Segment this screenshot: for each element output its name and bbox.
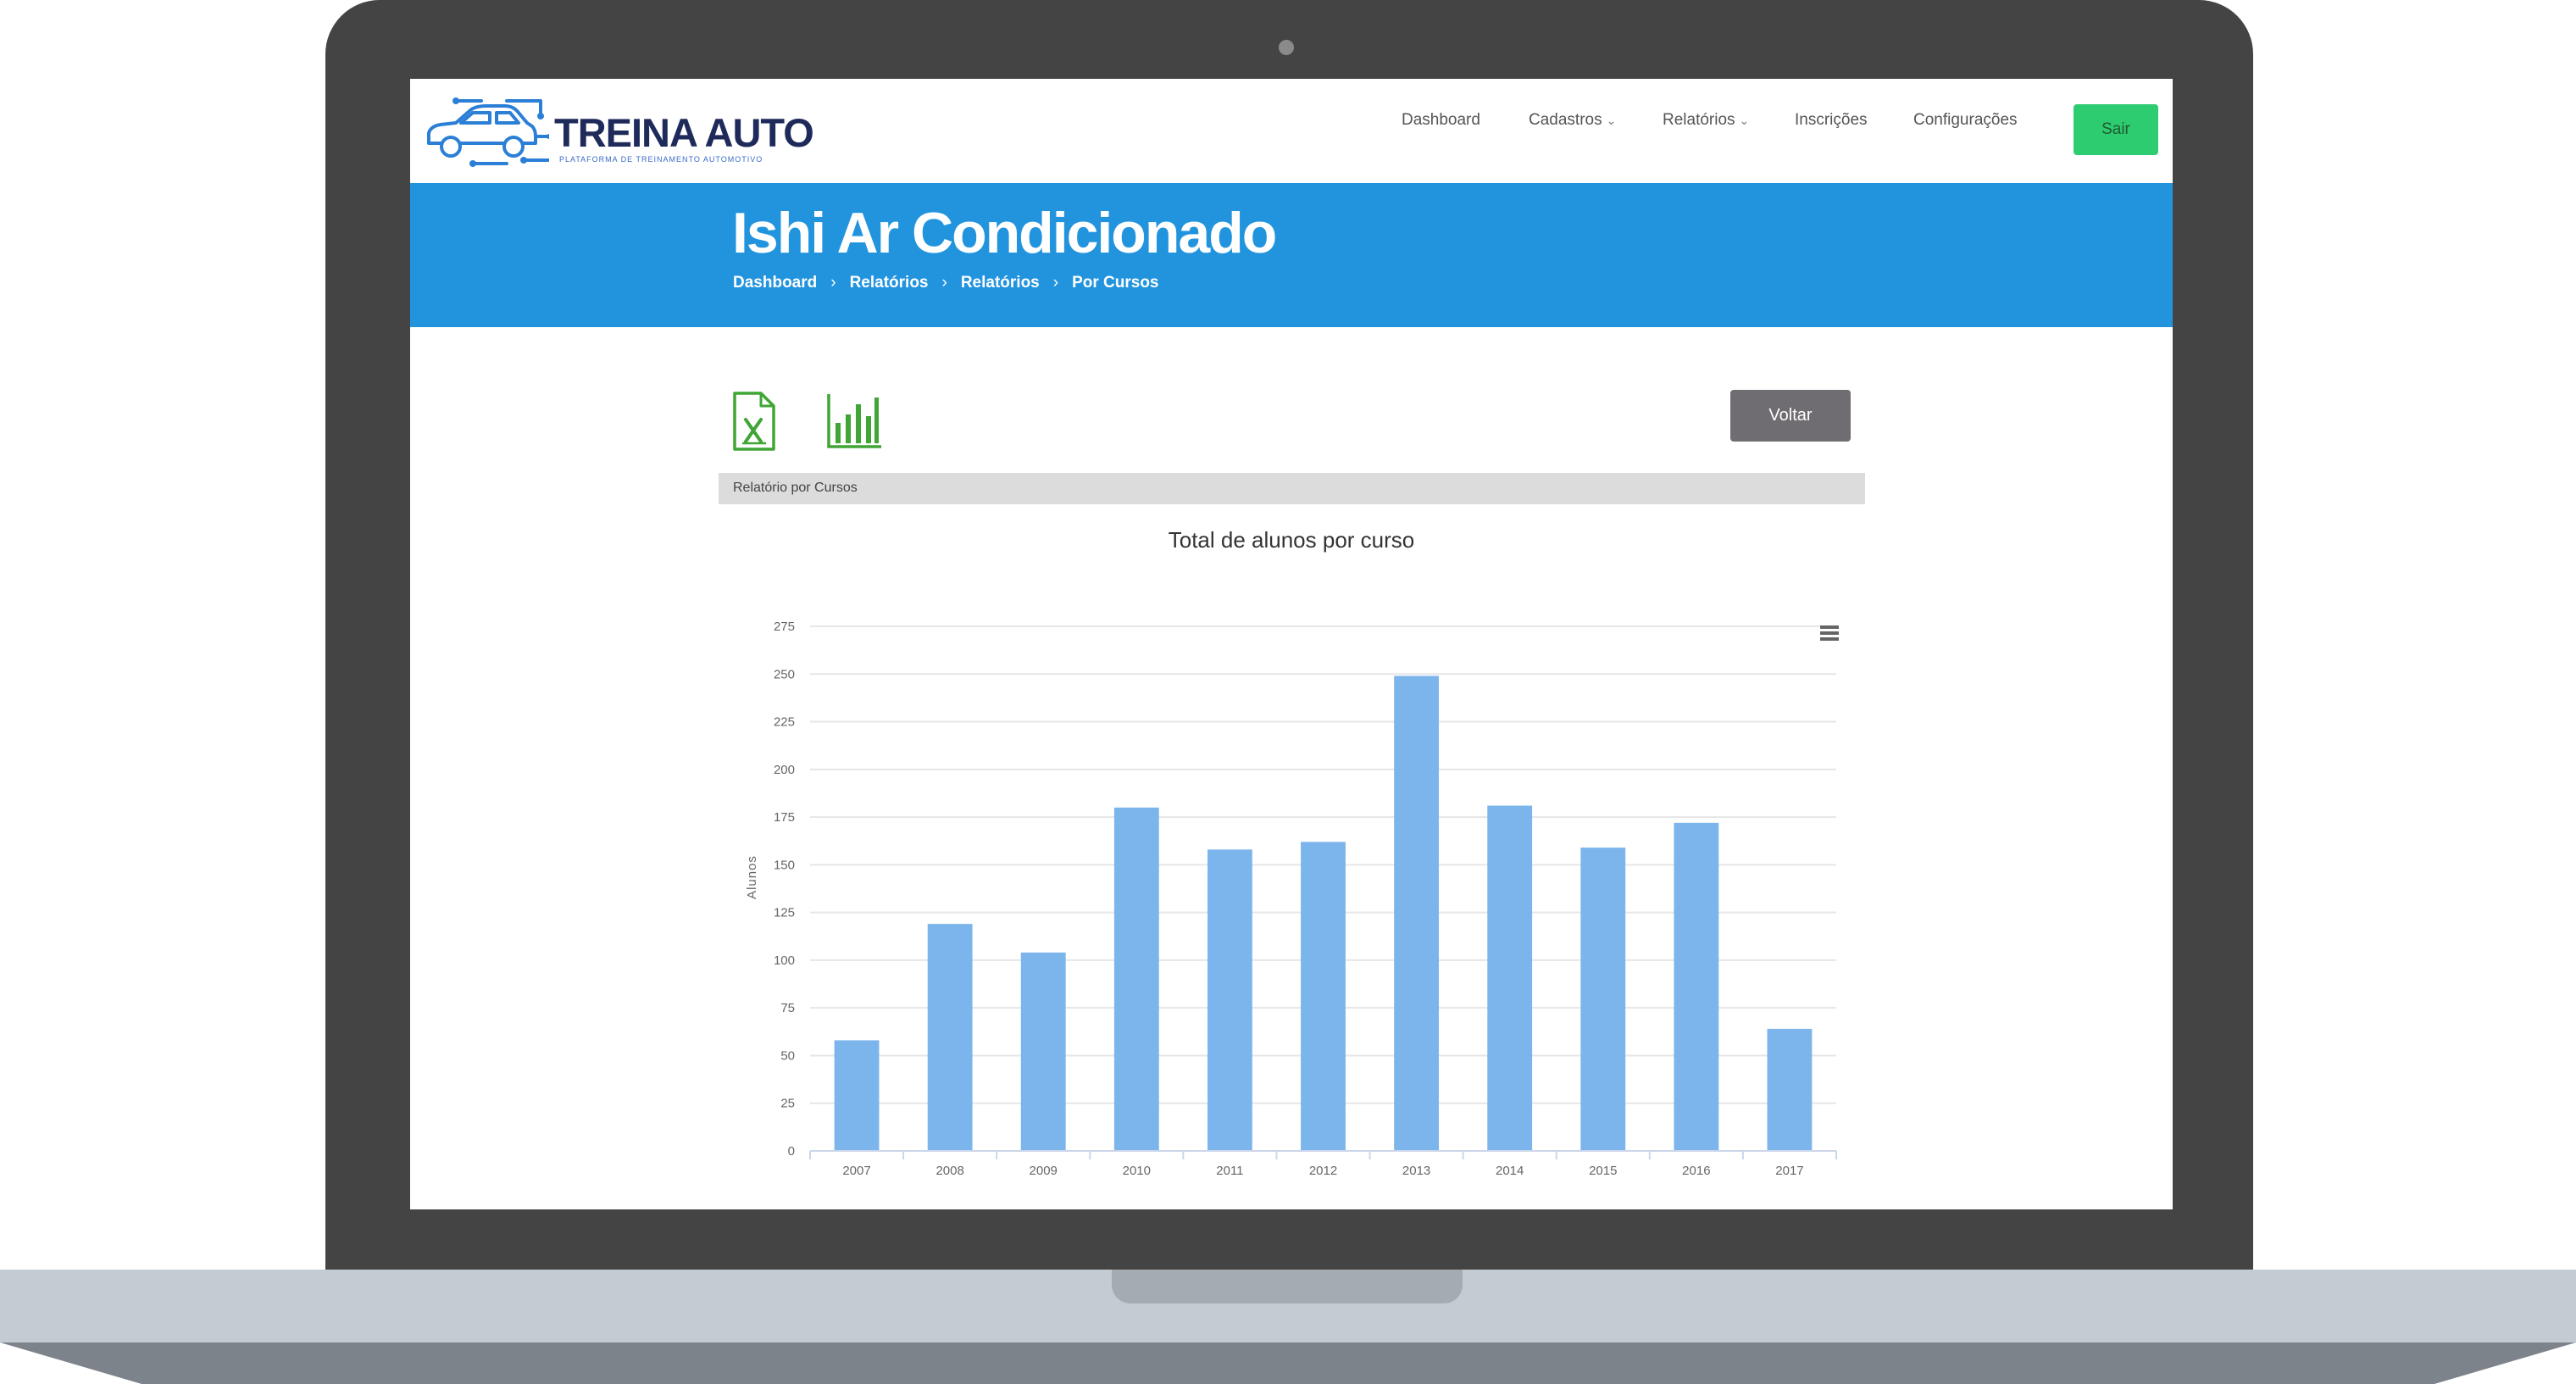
chart-title: Total de alunos por curso [1169, 527, 1415, 553]
nav-item-cadastros[interactable]: Cadastros ⌄ [1529, 111, 1616, 130]
bar-chart: Total de alunos por curso Alunos 0 25 50 75… [745, 527, 1837, 1178]
chevron-down-icon: ⌄ [1739, 114, 1750, 127]
x-tick-label: 2013 [1402, 1164, 1430, 1178]
y-tick-label: 200 [774, 763, 795, 777]
brand-tagline: PLATAFORMA DE TREINAMENTO AUTOMOTIVO [559, 155, 763, 164]
chart-container: Total de alunos por curso Alunos 0 25 50 75… [719, 515, 1865, 1209]
nav-label: Cadastros [1529, 111, 1602, 129]
y-tick-label: 275 [774, 620, 795, 634]
chart-bars [834, 675, 1813, 1151]
top-navbar: TREINA AUTO PLATAFORMA DE TREINAMENTO AU… [410, 79, 2173, 183]
main-nav: Dashboard Cadastros ⌄ Relatórios ⌄ Inscriç… [410, 111, 2173, 145]
bar-2008 [927, 924, 973, 1151]
nav-item-inscricoes[interactable]: Inscrições [1795, 111, 1868, 130]
breadcrumb-separator: › [830, 274, 836, 292]
breadcrumb-item-dashboard[interactable]: Dashboard [733, 274, 817, 292]
x-tick-label: 2007 [842, 1164, 870, 1178]
page-title: Ishi Ar Condicionado [732, 201, 1277, 265]
x-tick-label: 2009 [1030, 1164, 1058, 1178]
section-label: Relatório por Cursos [733, 481, 858, 495]
page-header-banner: Ishi Ar Condicionado Dashboard › Relatór… [410, 183, 2173, 327]
x-tick-label: 2011 [1216, 1164, 1243, 1178]
y-tick-label: 100 [774, 953, 795, 968]
x-tick-label: 2012 [1309, 1164, 1337, 1178]
bar-2014 [1487, 805, 1533, 1151]
x-tick-label: 2015 [1589, 1164, 1617, 1178]
chart-y-axis-label: Alunos [745, 855, 759, 899]
bar-2016 [1674, 822, 1719, 1151]
bar-2015 [1580, 848, 1626, 1151]
y-tick-label: 25 [780, 1097, 795, 1111]
chart-x-axis: 2007 2008 2009 2010 2011 2012 2013 2014 2015 2016… [809, 1150, 1837, 1178]
back-button[interactable]: Voltar [1730, 390, 1851, 442]
bar-chart-icon[interactable] [825, 392, 883, 450]
bar-2017 [1767, 1028, 1813, 1151]
breadcrumb-item-por-cursos: Por Cursos [1072, 274, 1159, 292]
breadcrumb-separator: › [941, 274, 947, 292]
nav-item-configuracoes[interactable]: Configurações [1913, 111, 2018, 130]
nav-label: Inscrições [1795, 111, 1868, 129]
bar-2011 [1207, 849, 1252, 1151]
y-tick-label: 175 [774, 810, 795, 825]
nav-item-dashboard[interactable]: Dashboard [1402, 111, 1480, 130]
x-tick-label: 2017 [1775, 1164, 1803, 1178]
y-tick-label: 250 [774, 667, 795, 681]
x-tick-label: 2008 [935, 1164, 963, 1178]
webcam [1279, 40, 1294, 55]
bar-2009 [1020, 952, 1066, 1151]
x-tick-label: 2010 [1123, 1164, 1151, 1178]
y-tick-label: 225 [774, 715, 795, 730]
logout-button[interactable]: Sair [2074, 104, 2158, 155]
nav-label: Relatórios [1663, 111, 1735, 129]
nav-label: Dashboard [1402, 111, 1480, 129]
excel-file-icon[interactable] [732, 391, 776, 452]
y-tick-label: 150 [774, 858, 795, 872]
x-tick-label: 2016 [1682, 1164, 1710, 1178]
bar-2012 [1301, 842, 1346, 1151]
hamburger-menu-icon[interactable] [1818, 623, 1841, 643]
breadcrumb-separator: › [1052, 274, 1059, 292]
section-header: Relatório por Cursos [719, 473, 1865, 504]
breadcrumb: Dashboard › Relatórios › Relatórios › Po… [733, 274, 1159, 292]
y-tick-label: 125 [774, 906, 795, 920]
chevron-down-icon: ⌄ [1606, 114, 1617, 127]
breadcrumb-item-relatorios[interactable]: Relatórios [961, 274, 1040, 292]
bar-2010 [1113, 807, 1159, 1151]
nav-item-relatorios[interactable]: Relatórios ⌄ [1663, 111, 1749, 130]
bar-2013 [1394, 675, 1440, 1151]
laptop-base-edge [0, 1342, 2576, 1384]
app-screen: TREINA AUTO PLATAFORMA DE TREINAMENTO AU… [410, 79, 2173, 1209]
y-tick-label: 0 [788, 1144, 795, 1159]
x-tick-label: 2014 [1496, 1164, 1524, 1178]
y-tick-label: 75 [780, 1001, 795, 1015]
y-tick-label: 50 [780, 1048, 795, 1063]
nav-label: Configurações [1913, 111, 2018, 129]
laptop-notch [1112, 1270, 1463, 1303]
bar-2007 [834, 1040, 880, 1151]
breadcrumb-item-relatorios[interactable]: Relatórios [850, 274, 929, 292]
